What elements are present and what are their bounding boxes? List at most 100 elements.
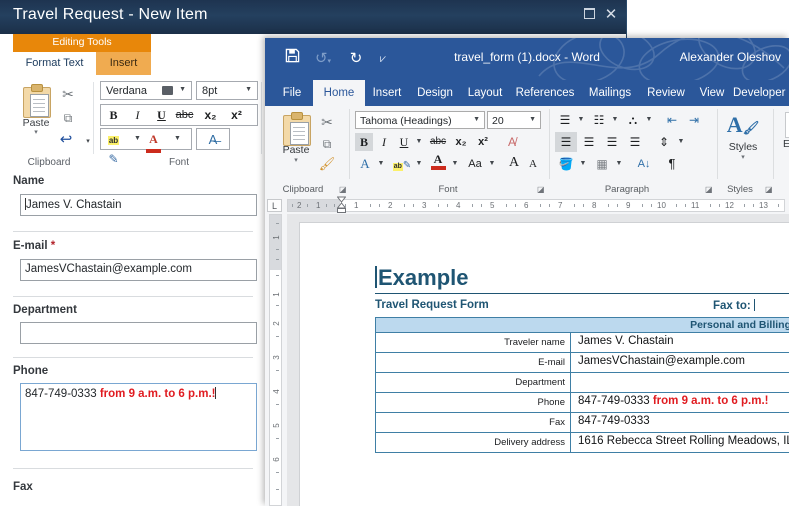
bold-button[interactable]: B — [355, 133, 373, 151]
italic-button[interactable]: I — [127, 105, 148, 125]
chevron-down-icon[interactable]: ▼ — [643, 111, 655, 129]
tab-home[interactable]: Home — [313, 80, 365, 106]
table-row[interactable]: Traveler name James V. Chastain — [375, 333, 789, 353]
tab-references[interactable]: References — [511, 80, 579, 106]
scissors-icon[interactable]: ✂ — [317, 112, 337, 132]
chevron-down-icon[interactable]: ▾ — [10, 129, 62, 137]
table-row[interactable]: E-mail JamesVChastain@example.com — [375, 353, 789, 373]
strikethrough-button[interactable]: abc — [427, 133, 449, 151]
chevron-down-icon[interactable]: ▼ — [609, 111, 621, 129]
font-name-combo[interactable]: Tahoma (Headings) ▼ — [355, 111, 485, 129]
font-color-icon[interactable]: A — [428, 153, 448, 173]
table-row[interactable]: Delivery address 1616 Rebecca Street Rol… — [375, 433, 789, 453]
font-size-combo[interactable]: 8pt ▼ — [196, 81, 258, 100]
department-input[interactable] — [20, 322, 257, 344]
chevron-down-icon[interactable]: ▼ — [473, 116, 480, 123]
chevron-down-icon[interactable]: ▾ — [271, 156, 321, 165]
chevron-down-icon[interactable]: ▼ — [413, 133, 425, 151]
grow-font-button[interactable]: A — [505, 153, 523, 173]
document-page[interactable]: Example Travel Request Form Fax to: Pers… — [299, 222, 789, 506]
increase-indent-icon[interactable]: ⇥ — [683, 111, 705, 129]
chevron-down-icon[interactable]: ▾ — [777, 150, 789, 159]
paste-button[interactable]: Paste ▾ — [10, 82, 62, 150]
italic-button[interactable]: I — [375, 133, 393, 151]
shrink-font-button[interactable]: A — [525, 155, 541, 173]
chevron-down-icon[interactable]: ▼ — [529, 116, 536, 123]
table-row[interactable]: Phone 847-749-0333 from 9 a.m. to 6 p.m.… — [375, 393, 789, 413]
strikethrough-button[interactable]: abc — [174, 105, 195, 125]
tab-insert[interactable]: Insert — [365, 80, 409, 106]
table-row[interactable]: Fax 847-749-0333 — [375, 413, 789, 433]
paragraph-dialog-launcher[interactable]: ◪ — [705, 185, 713, 194]
multilevel-list-icon[interactable]: ⛬ — [623, 111, 643, 129]
chevron-down-icon[interactable]: ▾ — [78, 132, 98, 152]
font-color-icon[interactable]: A — [143, 129, 164, 149]
scissors-icon[interactable]: ✂ — [58, 84, 78, 104]
change-case-button[interactable]: Aa — [463, 154, 487, 174]
underline-button[interactable]: U — [395, 133, 413, 151]
align-right-icon[interactable]: ☰ — [601, 132, 623, 152]
chevron-down-icon[interactable]: ▼ — [577, 154, 589, 174]
maximize-icon[interactable] — [578, 5, 600, 25]
justify-icon[interactable]: ☰ — [624, 132, 646, 152]
borders-icon[interactable]: ▦ — [591, 154, 613, 174]
bold-button[interactable]: B — [103, 105, 124, 125]
chevron-down-icon[interactable]: ▼ — [245, 86, 252, 93]
tab-file[interactable]: File — [271, 80, 313, 106]
superscript-button[interactable]: x² — [473, 133, 493, 151]
decrease-indent-icon[interactable]: ⇤ — [661, 111, 683, 129]
numbered-list-icon[interactable]: ☷ — [589, 111, 609, 129]
ruler-track[interactable]: 2 1 1 2 3 4 5 6 7 8 9 10 11 12 13 — [287, 199, 785, 212]
align-center-icon[interactable]: ☰ — [578, 132, 600, 152]
styles-button[interactable]: A🖌 Styles ▾ — [721, 112, 765, 162]
copy-icon[interactable]: ⧉ — [58, 108, 78, 128]
copy-icon[interactable]: ⧉ — [317, 134, 337, 154]
tab-mailings[interactable]: Mailings — [581, 80, 639, 106]
chevron-down-icon[interactable]: ▼ — [486, 154, 498, 174]
text-effects-icon[interactable]: A — [355, 154, 375, 174]
clear-formatting-icon[interactable]: A̸ — [501, 132, 523, 152]
styles-dialog-launcher[interactable]: ◪ — [765, 185, 773, 194]
pilcrow-icon[interactable]: ¶ — [661, 154, 683, 174]
horizontal-ruler[interactable]: L 2 1 1 2 3 4 5 6 7 8 9 10 11 12 13 — [265, 196, 789, 214]
document-canvas[interactable]: Example Travel Request Form Fax to: Pers… — [287, 214, 789, 506]
subscript-button[interactable]: x₂ — [200, 105, 221, 125]
font-name-combo[interactable]: Verdana ▼ — [100, 81, 192, 100]
chevron-down-icon[interactable]: ▼ — [575, 111, 587, 129]
tab-view[interactable]: View — [693, 80, 731, 106]
chevron-down-icon[interactable]: ▼ — [613, 154, 625, 174]
format-painter-icon[interactable]: 🖌 — [317, 154, 337, 174]
undo-icon[interactable]: ↩ — [56, 130, 76, 150]
paste-button[interactable]: Paste ▾ — [271, 110, 321, 176]
clear-formatting-icon[interactable]: A̶ — [196, 128, 230, 150]
chevron-down-icon[interactable]: ▼ — [413, 154, 425, 174]
chevron-down-icon[interactable]: ▾ — [721, 153, 765, 162]
tab-insert[interactable]: Insert — [96, 50, 151, 75]
line-spacing-icon[interactable]: ⇕ — [653, 132, 675, 152]
tab-layout[interactable]: Layout — [461, 80, 509, 106]
align-left-icon[interactable]: ☰ — [555, 132, 577, 152]
font-size-combo[interactable]: 20 ▼ — [487, 111, 541, 129]
email-input[interactable]: JamesVChastain@example.com — [20, 259, 257, 281]
font-dialog-launcher[interactable]: ◪ — [537, 185, 545, 194]
indent-marker[interactable] — [337, 196, 346, 216]
text-highlight-icon[interactable]: ab✎ — [391, 154, 413, 174]
name-input[interactable]: James V. Chastain — [20, 194, 257, 216]
chevron-down-icon[interactable]: ▼ — [375, 154, 387, 174]
shading-icon[interactable]: 🪣 — [555, 154, 577, 174]
text-highlight-icon[interactable]: ab✎ — [103, 129, 124, 149]
bullet-list-icon[interactable]: ☰ — [555, 111, 575, 129]
underline-button[interactable]: U — [151, 105, 172, 125]
font-more-icon[interactable] — [162, 86, 173, 95]
editing-button[interactable]: 🔍 Editing ▾ — [777, 112, 789, 159]
subscript-button[interactable]: x₂ — [451, 133, 471, 151]
chevron-down-icon[interactable]: ▼ — [167, 129, 188, 149]
close-icon[interactable]: ✕ — [600, 5, 622, 25]
chevron-down-icon[interactable]: ▼ — [449, 154, 461, 174]
tab-stop-selector[interactable]: L — [267, 199, 282, 212]
chevron-down-icon[interactable]: ▼ — [179, 86, 186, 93]
personal-billing-table[interactable]: Personal and Billing Traveler name James… — [375, 317, 789, 453]
chevron-down-icon[interactable]: ▼ — [675, 132, 687, 152]
phone-input[interactable]: 847-749-0333 from 9 a.m. to 6 p.m.! — [20, 383, 257, 451]
tab-developer[interactable]: Developer — [733, 80, 789, 106]
